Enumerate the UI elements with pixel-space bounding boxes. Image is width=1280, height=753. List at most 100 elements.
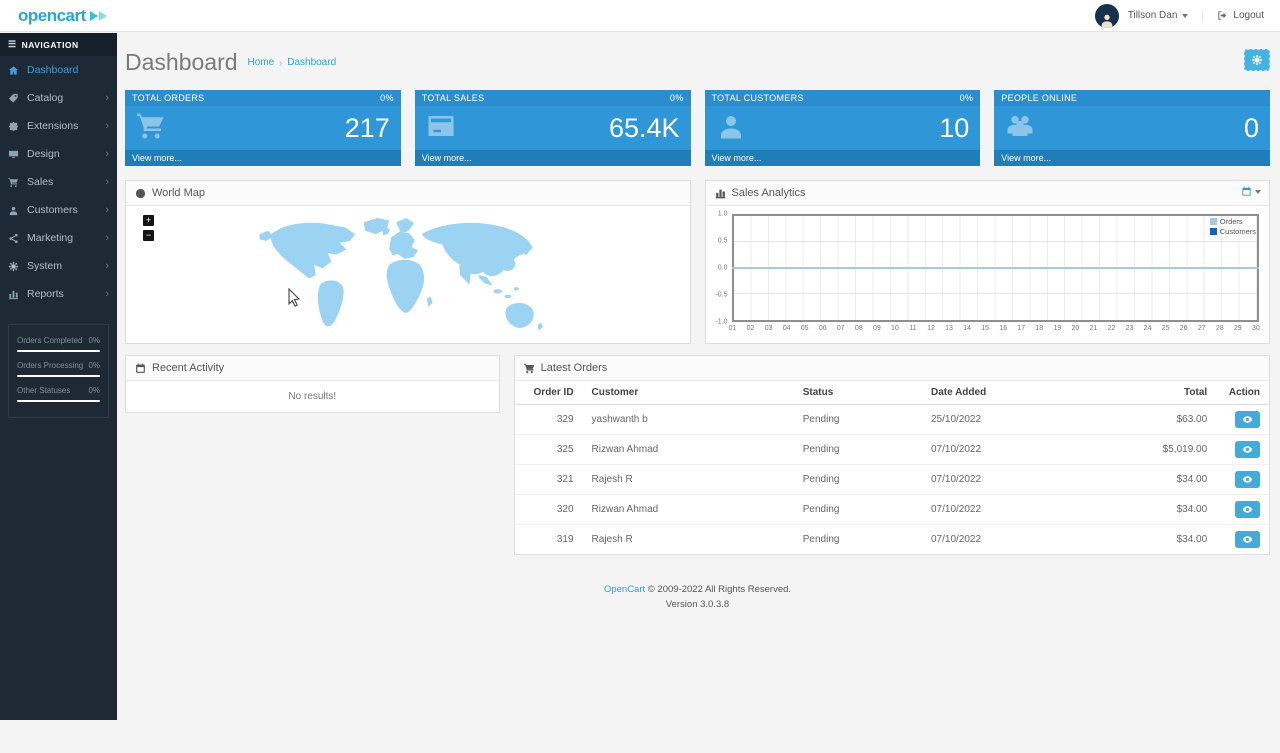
sidebar-stat-orders-completed: Orders Completed0% [17, 336, 100, 352]
map-zoom-in-button[interactable]: + [143, 215, 154, 226]
cell-customer: Rizwan Ahmad [583, 435, 794, 465]
x-tick-label: 09 [870, 325, 884, 332]
customers-icon [8, 205, 20, 216]
view-order-button[interactable] [1235, 441, 1260, 458]
tile-heading: TOTAL ORDERS0% [125, 90, 401, 106]
world-map-graphic[interactable] [254, 212, 562, 340]
eye-icon [1242, 444, 1253, 455]
person-icon [1099, 12, 1115, 28]
eye-icon [1242, 474, 1253, 485]
sidebar-item-system[interactable]: System› [0, 252, 117, 280]
x-tick-label: 12 [924, 325, 938, 332]
tile-view-more-link[interactable]: View more... [994, 150, 1270, 166]
tile-percent: 0% [670, 93, 684, 103]
legend-swatch [1210, 218, 1217, 225]
sidebar-item-marketing[interactable]: Marketing› [0, 224, 117, 252]
cell-order-id: 325 [515, 435, 583, 465]
legend-entry-customers: Customers [1210, 227, 1256, 236]
map-zoom-out-button[interactable]: − [143, 230, 154, 241]
dashboard-settings-button[interactable] [1244, 49, 1270, 71]
tile-view-more-link[interactable]: View more... [705, 150, 981, 166]
recent-activity-panel: Recent Activity No results! [125, 355, 500, 413]
tile-value: 0 [1244, 113, 1259, 144]
sidebar-item-label: System [27, 260, 62, 272]
series-line-orders [732, 267, 1260, 269]
tile-heading: TOTAL CUSTOMERS0% [705, 90, 981, 106]
opencart-logo[interactable]: opencart [0, 6, 107, 26]
cart-icon [136, 111, 166, 146]
sidebar-item-sales[interactable]: Sales› [0, 168, 117, 196]
cell-action [1216, 405, 1269, 435]
breadcrumb-home[interactable]: Home [248, 57, 275, 68]
view-order-button[interactable] [1235, 411, 1260, 428]
chart-legend: OrdersCustomers [1210, 217, 1256, 237]
tile-total-orders: TOTAL ORDERS0% 217 View more... [125, 90, 401, 166]
cell-status: Pending [794, 495, 922, 525]
view-order-button[interactable] [1235, 471, 1260, 488]
latest-orders-header: Latest Orders [515, 356, 1269, 381]
tile-view-more-link[interactable]: View more... [415, 150, 691, 166]
top-header: opencart Tillson Dan Logout [0, 0, 1280, 32]
view-order-button[interactable] [1235, 501, 1260, 518]
cell-date-added: 25/10/2022 [922, 405, 1118, 435]
logout-button[interactable]: Logout [1217, 10, 1264, 21]
user-icon [716, 111, 746, 146]
x-tick-label: 30 [1249, 325, 1263, 332]
tile-value: 217 [345, 113, 390, 144]
stat-label: Orders Completed [17, 336, 82, 345]
breadcrumb-dashboard[interactable]: Dashboard [287, 57, 336, 68]
sidebar-item-design[interactable]: Design› [0, 140, 117, 168]
sidebar-item-label: Dashboard [27, 64, 78, 76]
sidebar-item-reports[interactable]: Reports› [0, 280, 117, 308]
legend-swatch [1210, 228, 1217, 235]
world-map-panel: World Map + − [125, 180, 691, 344]
y-tick-label: 1.0 [718, 211, 728, 218]
sidebar-item-label: Customers [27, 204, 78, 216]
user-menu-button[interactable]: Tillson Dan [1128, 10, 1204, 21]
x-tick-label: 02 [744, 325, 758, 332]
chevron-right-icon: › [105, 234, 109, 242]
x-tick-label: 04 [780, 325, 794, 332]
dashboard-icon [8, 65, 20, 76]
sidebar-item-dashboard[interactable]: Dashboard [0, 56, 117, 84]
recent-activity-title: Recent Activity [152, 362, 224, 374]
stat-progress-bar [17, 350, 100, 352]
logout-label: Logout [1233, 10, 1264, 21]
reports-icon [8, 289, 20, 300]
view-order-button[interactable] [1235, 531, 1260, 548]
stat-progress-bar [17, 400, 100, 402]
x-tick-label: 28 [1213, 325, 1227, 332]
sidebar-stat-orders-processing: Orders Processing0% [17, 361, 100, 377]
system-icon [8, 261, 20, 272]
x-tick-label: 26 [1177, 325, 1191, 332]
sidebar-item-customers[interactable]: Customers › [0, 196, 117, 224]
avatar[interactable] [1095, 4, 1119, 28]
analytics-range-button[interactable] [1241, 186, 1261, 197]
chevron-right-icon: › [105, 206, 109, 214]
tile-body: 10 [705, 106, 981, 150]
sidebar-item-catalog[interactable]: Catalog› [0, 84, 117, 112]
tile-percent: 0% [380, 93, 394, 103]
x-tick-label: 03 [762, 325, 776, 332]
column-header-total: Total [1118, 381, 1216, 405]
cell-date-added: 07/10/2022 [922, 435, 1118, 465]
sales-analytics-title: Sales Analytics [732, 187, 806, 199]
sidebar-item-label: Catalog [27, 92, 63, 104]
cell-status: Pending [794, 435, 922, 465]
stat-label: Orders Processing [17, 361, 83, 370]
cell-total: $34.00 [1118, 465, 1216, 495]
cell-action [1216, 495, 1269, 525]
opencart-footer-link[interactable]: OpenCart [604, 584, 645, 595]
tile-view-more-link[interactable]: View more... [125, 150, 401, 166]
column-header-date-added: Date Added [922, 381, 1118, 405]
stat-tiles: TOTAL ORDERS0% 217 View more... TOTAL SALES… [125, 90, 1270, 166]
tile-title: TOTAL SALES [422, 93, 485, 103]
legend-label: Customers [1220, 227, 1256, 236]
sidebar-stat-other-statuses: Other Statuses0% [17, 386, 100, 402]
tile-people-online: PEOPLE ONLINE0View more... [994, 90, 1270, 166]
latest-orders-table: Order IDCustomerStatusDate AddedTotalAct… [515, 381, 1269, 554]
eye-icon [1242, 414, 1253, 425]
sidebar-item-extensions[interactable]: Extensions› [0, 112, 117, 140]
opencart-arrows-icon [89, 11, 107, 21]
credit-card-icon [426, 111, 456, 146]
